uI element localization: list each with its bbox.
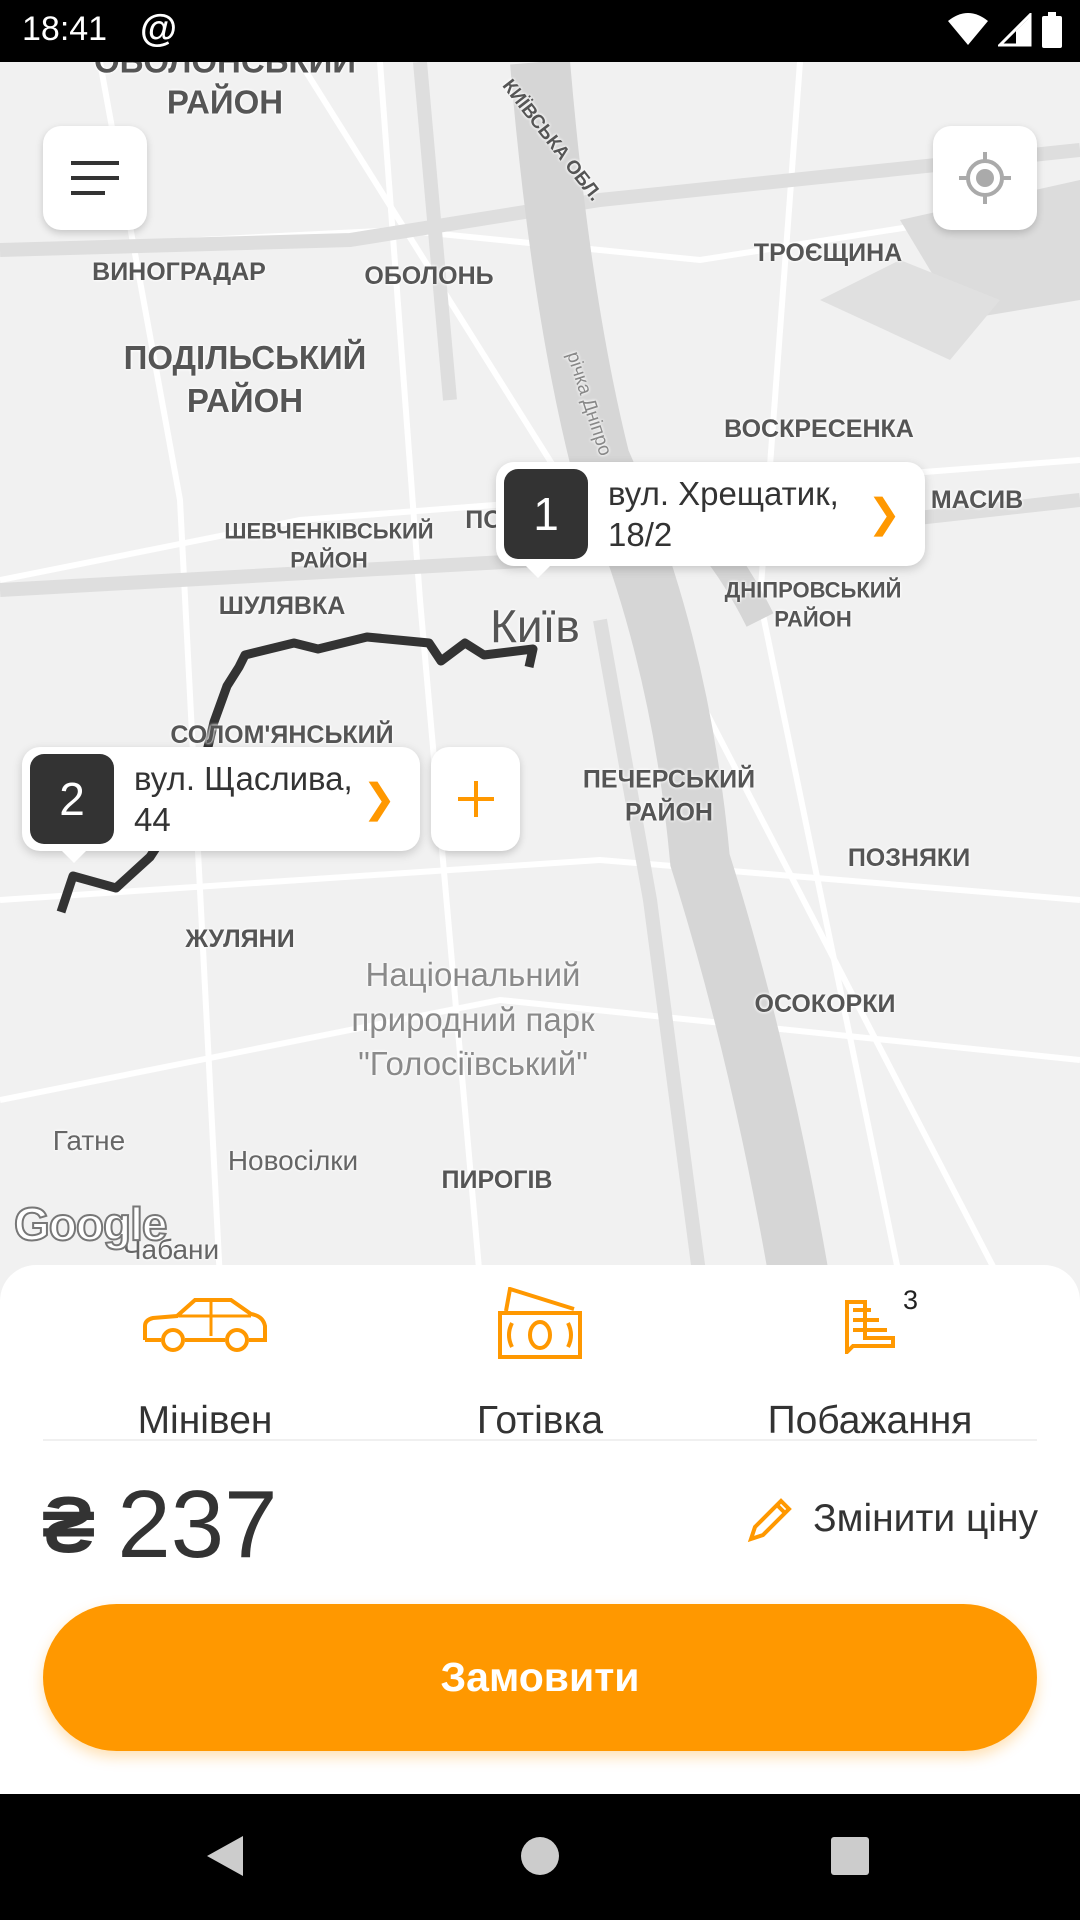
option-wishes[interactable]: 3 Побажання [705,1285,1035,1443]
option-label: Побажання [767,1399,973,1442]
edit-price-label: Змінити ціну [813,1497,1038,1540]
navigation-bar [0,1794,1080,1920]
map-label: Національний природний парк "Голосіївськ… [351,956,595,1083]
divider [43,1439,1037,1441]
edit-price-button[interactable]: Змінити ціну [747,1495,1038,1543]
map[interactable]: ОБОЛОНСЬКИЙРАЙОНКИЇВСЬКА ОБЛ.ВИНОГРАДАРО… [0,62,1080,1282]
chevron-right-icon: ❯ [362,777,396,821]
car-icon [143,1298,267,1352]
chevron-right-icon: ❯ [867,492,901,536]
order-button[interactable]: Замовити [43,1604,1037,1751]
my-location-icon [959,152,1011,204]
map-label: ШЕВЧЕНКІВСЬКИЙ РАЙОН [224,518,434,572]
map-label: ВОСКРЕСЕНКА [724,414,914,443]
stop-2-callout[interactable]: 2 вул. Щаслива, 44 ❯ [22,747,420,863]
status-bar: 18:41 @ [0,0,1080,62]
signal-icon [998,13,1032,47]
my-location-button[interactable] [933,126,1037,230]
cash-icon [498,1287,582,1359]
map-label: ПОДІЛЬСЬКИЙ РАЙОН [123,339,367,419]
map-label: ПИРОГІВ [441,1165,553,1194]
currency-symbol: ₴ [42,1480,96,1569]
map-label: ОБОЛОНСЬКИЙ [94,62,356,83]
battery-icon [1042,12,1062,48]
add-stop-button[interactable] [431,747,520,851]
map-label: МАСИВ [930,485,1024,514]
stop-1-callout[interactable]: 1 вул. Хрещатик, 18/2 ❯ [496,462,925,578]
map-label: Гатне [52,1124,126,1156]
option-label: Готівка [476,1399,604,1442]
recents-icon[interactable] [831,1837,869,1875]
stop-number: 1 [504,469,588,559]
map-label: Київ [490,600,580,653]
order-sheet: Мінівен Готівка 3 Побажання ₴ 237 Змінит… [0,1265,1080,1795]
pencil-icon [747,1498,792,1543]
map-label: ВИНОГРАДАР [92,257,266,286]
at-sign-icon: @ [140,8,178,50]
price-display: ₴ 237 [42,1470,278,1580]
map-label: ОСОКОРКИ [754,989,896,1018]
option-payment[interactable]: Готівка [375,1287,705,1443]
option-vehicle[interactable]: Мінівен [40,1287,370,1443]
map-label: РАЙОН [166,83,284,121]
map-label: ШУЛЯВКА [218,591,346,620]
map-label: ОБОЛОНЬ [364,261,494,290]
map-label: ДНІПРОВСЬКИЙ РАЙОН [724,577,902,631]
menu-button[interactable] [43,126,147,230]
map-label: ТРОЄЩИНА [753,238,903,267]
option-label: Мінівен [137,1399,273,1442]
back-icon[interactable] [205,1834,245,1878]
map-label: ПОЗНЯКИ [847,843,971,872]
map-label: ЖУЛЯНИ [185,924,295,953]
map-label: ПЕЧЕРСЬКИЙ РАЙОН [582,765,756,827]
map-label: Новосілки [227,1144,359,1176]
wifi-icon [948,13,988,45]
price-amount: 237 [117,1471,278,1578]
google-logo: Google [13,1197,168,1251]
home-icon[interactable] [520,1836,560,1876]
map-background [0,62,1080,1282]
plus-icon [457,781,494,817]
stop-number: 2 [30,754,114,844]
status-time: 18:41 [22,10,108,48]
wishes-count-badge: 3 [903,1285,919,1315]
wishes-icon [845,1300,895,1354]
stop-address: вул. Щаслива, 44 [134,759,353,838]
stop-address: вул. Хрещатик, 18/2 [608,474,839,553]
hamburger-menu-icon [71,161,119,195]
